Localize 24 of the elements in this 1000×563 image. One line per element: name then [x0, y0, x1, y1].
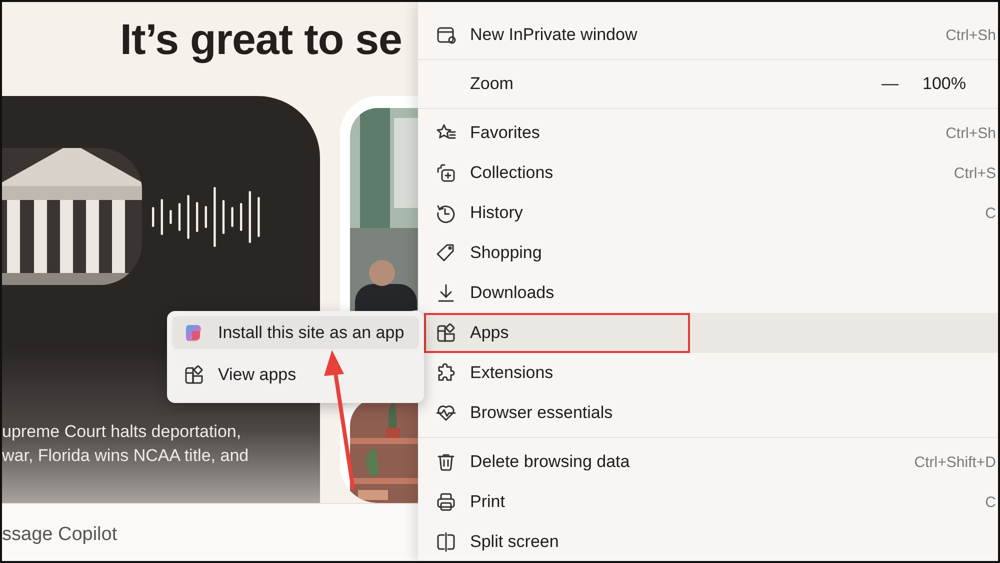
menu-item-label: Favorites	[470, 123, 540, 143]
story-summary-line: war, Florida wins NCAA title, and	[2, 445, 250, 467]
shortcut-text: Ctrl+S	[954, 164, 996, 182]
zoom-level: 100%	[922, 74, 966, 94]
menu-item-label: Shopping	[470, 243, 542, 263]
menu-item-label: Browser essentials	[470, 403, 613, 423]
menu-item-label: Collections	[470, 163, 554, 183]
menu-item-label: History	[470, 203, 523, 223]
menu-item-label: Print	[470, 492, 505, 512]
menu-item-label: Extensions	[470, 363, 554, 383]
shortcut-text: C	[985, 204, 996, 222]
page-heading: It’s great to se	[119, 15, 403, 66]
shortcut-text: Ctrl+Sh	[946, 26, 996, 44]
story-summary-line: upreme Court halts deportation,	[2, 421, 242, 443]
shortcut-text: C	[985, 494, 996, 510]
flyout-item-label: View apps	[218, 364, 296, 384]
menu-item-label: Downloads	[470, 283, 554, 303]
menu-item-label: Zoom	[470, 74, 514, 94]
menu-item-label: Apps	[470, 323, 509, 343]
menu-item-label: Split screen	[470, 532, 559, 552]
menu-item-label: Delete browsing data	[470, 452, 630, 472]
menu-item-label: New InPrivate window	[470, 25, 638, 45]
shortcut-text: Ctrl+Sh	[946, 124, 996, 142]
shortcut-text: Ctrl+Shift+D	[914, 454, 996, 470]
